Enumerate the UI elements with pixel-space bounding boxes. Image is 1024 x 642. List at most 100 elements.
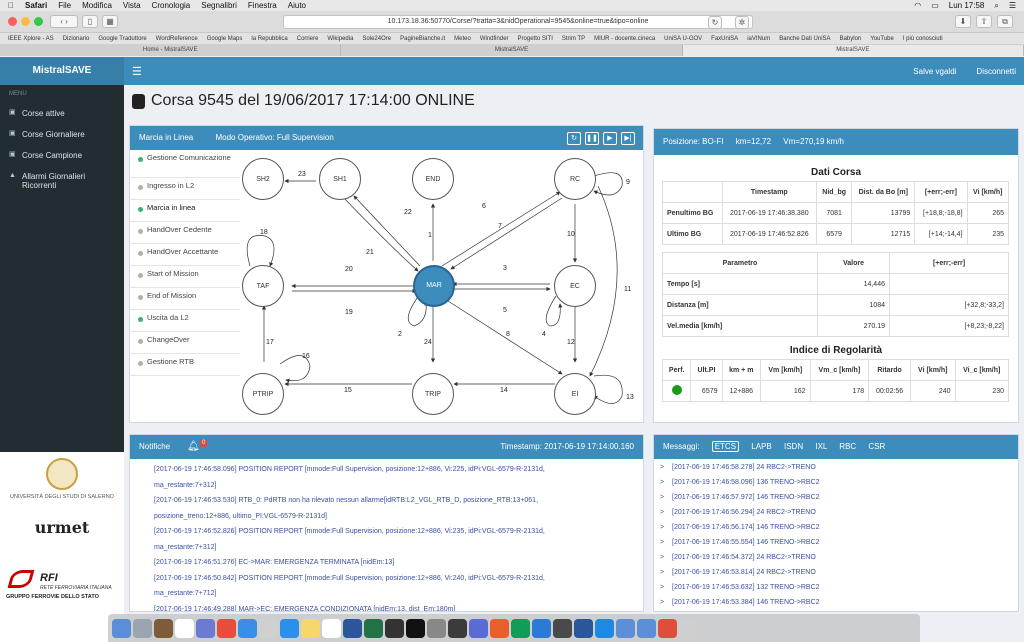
minimize-window-icon[interactable] — [21, 17, 30, 26]
browser-tab-active[interactable]: MistralSAVE — [682, 45, 1024, 56]
node-ptrip[interactable]: PTRIP — [242, 373, 284, 415]
tab-etcs[interactable]: ETCS — [711, 441, 740, 452]
xcode-icon[interactable] — [469, 618, 488, 638]
bookmark-item[interactable]: PagineBianche.it — [400, 36, 445, 42]
tab-isdn[interactable]: ISDN — [784, 442, 803, 451]
bookmark-item[interactable]: UniSA U-GOV — [664, 36, 702, 42]
battery-icon[interactable]: ▭ — [931, 1, 939, 11]
browser-tab[interactable]: Home - MistralSAVE — [0, 45, 342, 56]
list-item[interactable]: > [2017-06-19 17:46:53.384] 146 TRENO->RB… — [654, 595, 1018, 610]
word-icon[interactable] — [343, 618, 362, 638]
list-item[interactable]: > [2017-06-19 17:46:53.632] 132 TRENO->RB… — [654, 580, 1018, 595]
reload-icon[interactable]: ↻ — [708, 16, 722, 29]
bookmark-item[interactable]: FaxUniSA — [711, 36, 738, 42]
menu-segnalibri[interactable]: Segnalibri — [201, 1, 237, 10]
bookmark-item[interactable]: I più conosciuti — [903, 36, 943, 42]
books-icon[interactable] — [553, 618, 572, 638]
node-ei[interactable]: EI — [554, 373, 596, 415]
bookmark-item[interactable]: Strim TP — [562, 36, 585, 42]
menu-app[interactable]: Safari — [25, 1, 47, 10]
apple-icon[interactable]:  — [8, 1, 14, 10]
app-logo[interactable]: MistralSAVE — [0, 57, 124, 85]
sidebar-item-allarmi[interactable]: ▲ Allarmi Giornalieri Ricorrenti — [0, 166, 124, 196]
mail-icon[interactable] — [259, 618, 278, 638]
close-window-icon[interactable] — [8, 17, 17, 26]
downloads-icon[interactable]: ⬇ — [955, 15, 971, 28]
calendar-icon[interactable] — [175, 618, 194, 638]
list-item[interactable]: > [2017-06-19 17:46:56.294] 24 RBC2->TREN… — [654, 505, 1018, 520]
top-sites-icon[interactable]: ▦ — [102, 15, 118, 28]
folder-icon[interactable] — [616, 618, 635, 638]
app-store-icon[interactable] — [280, 618, 299, 638]
photos-icon[interactable] — [490, 618, 509, 638]
node-sh2[interactable]: SH2 — [242, 158, 284, 200]
downloads-folder-icon[interactable] — [637, 618, 656, 638]
list-item[interactable]: > [2017-06-19 17:46:57.972] 146 TRENO->RB… — [654, 490, 1018, 505]
sidebar-item-corse-giornaliere[interactable]: ▣ Corse Giornaliere — [0, 124, 124, 145]
launchpad-icon[interactable] — [133, 618, 152, 638]
node-end[interactable]: END — [412, 158, 454, 200]
spotify-icon[interactable] — [511, 618, 530, 638]
bookmark-item[interactable]: IEEE Xplore - AS — [8, 36, 54, 42]
document-icon[interactable] — [595, 618, 614, 638]
reader-icon[interactable]: ✲ — [735, 16, 749, 29]
notes-icon[interactable] — [301, 618, 320, 638]
tab-ixl[interactable]: IXL — [815, 442, 827, 451]
bookmark-item[interactable]: Dizionario — [63, 36, 90, 42]
menu-finestra[interactable]: Finestra — [248, 1, 277, 10]
bookmark-item[interactable]: Wikipedia — [327, 36, 353, 42]
node-mar-active[interactable]: MAR — [413, 265, 455, 307]
node-rc[interactable]: RC — [554, 158, 596, 200]
bookmark-item[interactable]: WordReference — [156, 36, 198, 42]
virtualbox-icon[interactable] — [448, 618, 467, 638]
menu-vista[interactable]: Vista — [123, 1, 141, 10]
node-sh1[interactable]: SH1 — [319, 158, 361, 200]
textedit-icon[interactable] — [322, 618, 341, 638]
user-greeting[interactable]: Salve vgaldi — [913, 67, 956, 76]
zoom-window-icon[interactable] — [34, 17, 43, 26]
back-forward-buttons[interactable]: ‹ › — [50, 15, 78, 28]
calendar-file-icon[interactable] — [658, 618, 677, 638]
bookmark-item[interactable]: YouTube — [870, 36, 894, 42]
bookmark-item[interactable]: Google Traduttore — [98, 36, 146, 42]
node-taf[interactable]: TAF — [242, 265, 284, 307]
contacts-icon[interactable] — [154, 618, 173, 638]
sidebar-item-corse-campione[interactable]: ▣ Corse Campione — [0, 145, 124, 166]
share-icon[interactable]: ⇪ — [976, 15, 992, 28]
terminal-icon[interactable] — [406, 618, 425, 638]
sidebar-item-corse-attive[interactable]: ▣ Corse attive — [0, 103, 124, 124]
node-trip[interactable]: TRIP — [412, 373, 454, 415]
bookmark-item[interactable]: Babylon — [840, 36, 862, 42]
system-preferences-icon[interactable] — [427, 618, 446, 638]
hamburger-icon[interactable]: ☰ — [132, 65, 142, 78]
logout-link[interactable]: Disconnetti — [976, 67, 1016, 76]
bookmark-item[interactable]: Google Maps — [207, 36, 243, 42]
tab-csr[interactable]: CSR — [868, 442, 885, 451]
activity-monitor-icon[interactable] — [385, 618, 404, 638]
word-doc-icon[interactable] — [574, 618, 593, 638]
menu-aiuto[interactable]: Aiuto — [288, 1, 306, 10]
bookmark-item[interactable]: MIUR - docente.cineca — [594, 36, 655, 42]
bookmark-item[interactable]: Progetto SITI — [518, 36, 553, 42]
list-item[interactable]: > [2017-06-19 17:46:58.096] 136 TRENO->RB… — [654, 475, 1018, 490]
url-bar[interactable]: 10.173.18.36:50770/Corse/?tratta=3&nidOp… — [283, 15, 753, 29]
excel-icon[interactable] — [364, 618, 383, 638]
list-item[interactable]: > [2017-06-19 17:46:56.174] 146 TRENO->RB… — [654, 520, 1018, 535]
bell-icon[interactable]: 🔔︎ — [187, 435, 200, 459]
chrome-icon[interactable] — [217, 618, 236, 638]
list-item[interactable]: > [2017-06-19 17:46:55.554] 146 TRENO->RB… — [654, 535, 1018, 550]
menu-file[interactable]: File — [58, 1, 71, 10]
bookmark-item[interactable]: Corriere — [297, 36, 319, 42]
clock[interactable]: Lun 17:58 — [949, 1, 985, 11]
trash-icon[interactable] — [679, 618, 698, 638]
menu-modifica[interactable]: Modifica — [82, 1, 112, 10]
bookmark-item[interactable]: Windfinder — [480, 36, 509, 42]
list-item[interactable]: > [2017-06-19 17:46:54.372] 24 RBC2->TREN… — [654, 550, 1018, 565]
bookmark-item[interactable]: Banche Dati UniSA — [779, 36, 830, 42]
sidebar-toggle-icon[interactable]: ▯ — [82, 15, 98, 28]
wifi-icon[interactable]: ◠ — [914, 1, 921, 11]
node-ec[interactable]: EC — [554, 265, 596, 307]
list-item[interactable]: > [2017-06-19 17:46:58.278] 24 RBC2->TREN… — [654, 460, 1018, 475]
bookmark-item[interactable]: la Repubblica — [251, 36, 287, 42]
tab-lapb[interactable]: LAPB — [751, 442, 771, 451]
